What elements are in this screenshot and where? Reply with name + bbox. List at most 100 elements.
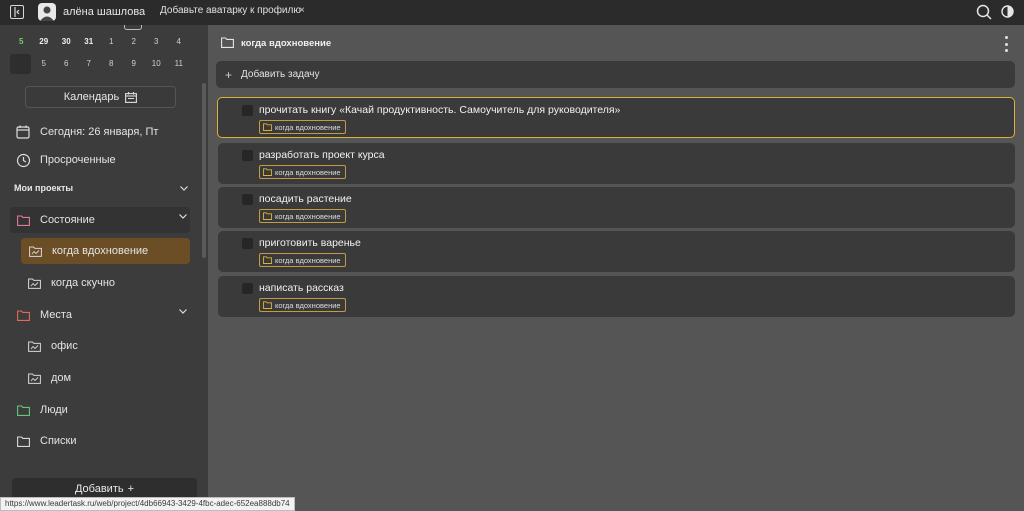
project-folder-icon: [26, 275, 42, 291]
search-icon[interactable]: [976, 4, 992, 20]
task-item[interactable]: написать рассказ когда вдохновение: [218, 276, 1015, 317]
task-tag-label: когда вдохновение: [275, 300, 341, 310]
sidebar-item-label: когда вдохновение: [52, 245, 149, 257]
calendar-icon: [125, 91, 138, 103]
task-title[interactable]: приготовить варенье: [259, 237, 361, 249]
task-title[interactable]: посадить растение: [259, 193, 352, 205]
plus-icon: +: [127, 483, 135, 495]
task-item[interactable]: разработать проект курса когда вдохновен…: [218, 143, 1015, 184]
calendar-day[interactable]: 30: [55, 37, 78, 46]
task-checkbox[interactable]: [242, 283, 253, 294]
calendar-week-row: 5 6 7 8 9 10 11: [10, 59, 190, 68]
calendar-day[interactable]: 9: [123, 59, 146, 68]
sidebar-scrollbar[interactable]: [202, 83, 206, 258]
calendar-day[interactable]: 2: [123, 37, 146, 46]
task-checkbox[interactable]: [242, 150, 253, 161]
task-tag-label: когда вдохновение: [275, 167, 341, 177]
folder-icon: [263, 301, 272, 309]
sidebar-item-office[interactable]: офис: [10, 333, 190, 359]
task-title[interactable]: прочитать книгу «Качай продуктивность. С…: [259, 104, 620, 116]
sidebar-item-label: Люди: [40, 404, 68, 416]
more-options-icon[interactable]: [1001, 36, 1011, 52]
calendar-day[interactable]: 5: [10, 37, 33, 46]
task-item[interactable]: посадить растение когда вдохновение: [218, 187, 1015, 228]
calendar-day[interactable]: 3: [145, 37, 168, 46]
project-folder-icon: [27, 243, 43, 259]
calendar-day[interactable]: 5: [33, 59, 56, 68]
sidebar-item-places[interactable]: Места: [10, 302, 190, 328]
chevron-down-icon[interactable]: [180, 186, 188, 191]
calendar-day[interactable]: 6: [55, 59, 78, 68]
task-tag-label: когда вдохновение: [275, 211, 341, 221]
task-project-tag[interactable]: когда вдохновение: [259, 120, 346, 134]
calendar-day[interactable]: 31: [78, 37, 101, 46]
folder-icon: [15, 433, 31, 449]
task-item[interactable]: приготовить варенье когда вдохновение: [218, 231, 1015, 272]
status-bar-url: https://www.leadertask.ru/web/project/4d…: [0, 497, 295, 511]
folder-icon: [263, 212, 272, 220]
sidebar-item-today[interactable]: Сегодня: 26 января, Пт: [10, 119, 190, 145]
calendar-day[interactable]: 4: [168, 37, 191, 46]
project-folder-icon: [26, 338, 42, 354]
folder-icon: [263, 123, 272, 131]
chevron-down-icon[interactable]: [179, 214, 187, 219]
sidebar-item-home[interactable]: дом: [10, 365, 190, 391]
sidebar-item-state[interactable]: Состояние: [10, 207, 190, 233]
task-item[interactable]: прочитать книгу «Качай продуктивность. С…: [217, 97, 1015, 138]
avatar[interactable]: [38, 3, 56, 21]
sidebar-item-label: Места: [40, 309, 72, 321]
sidebar-item-inspiration[interactable]: когда вдохновение: [21, 238, 190, 264]
sidebar-item-people[interactable]: Люди: [10, 397, 190, 423]
calendar-button[interactable]: Календарь: [25, 86, 176, 108]
task-title[interactable]: написать рассказ: [259, 282, 344, 294]
add-task-button[interactable]: + Добавить задачу: [216, 61, 1015, 88]
chevron-down-icon[interactable]: [179, 309, 187, 314]
collapse-sidebar-icon[interactable]: [10, 5, 24, 19]
task-title[interactable]: разработать проект курса: [259, 149, 385, 161]
task-tag-label: когда вдохновение: [275, 122, 341, 132]
calendar-day[interactable]: 29: [33, 37, 56, 46]
calendar-today-marker: [124, 25, 142, 30]
task-checkbox[interactable]: [242, 194, 253, 205]
theme-toggle-icon[interactable]: [1001, 5, 1014, 18]
sidebar-item-label: дом: [51, 372, 72, 384]
add-button-label: Добавить: [74, 483, 124, 495]
sidebar-item-lists[interactable]: Списки: [10, 428, 190, 454]
calendar-day[interactable]: 7: [78, 59, 101, 68]
sidebar-item-overdue[interactable]: Просроченные: [10, 147, 190, 173]
task-checkbox[interactable]: [242, 238, 253, 249]
calendar-day[interactable]: 10: [145, 59, 168, 68]
task-checkbox[interactable]: [242, 105, 253, 116]
folder-icon: [15, 402, 31, 418]
calendar-day[interactable]: [10, 59, 33, 68]
folder-icon: [15, 212, 31, 228]
folder-icon: [221, 37, 234, 48]
task-project-tag[interactable]: когда вдохновение: [259, 165, 346, 179]
clock-icon: [15, 152, 31, 168]
top-bar: алёна шашлова Добавьте аватарку к профил…: [0, 0, 1024, 25]
calendar-button-label: Календарь: [63, 91, 120, 103]
sidebar-item-label: когда скучно: [51, 277, 116, 289]
page-title: когда вдохновение: [241, 38, 332, 49]
task-tag-label: когда вдохновение: [275, 255, 341, 265]
calendar-day[interactable]: 8: [100, 59, 123, 68]
task-project-tag[interactable]: когда вдохновение: [259, 298, 346, 312]
close-icon[interactable]: ×: [299, 5, 305, 16]
sidebar: 5 29 30 31 1 2 3 4 5 6 7 8 9 10 11 Кален…: [0, 25, 208, 511]
folder-icon: [263, 256, 272, 264]
add-task-label: Добавить задачу: [241, 69, 320, 80]
task-project-tag[interactable]: когда вдохновение: [259, 209, 346, 223]
sidebar-item-label: Состояние: [40, 214, 95, 226]
calendar-day[interactable]: 1: [100, 37, 123, 46]
avatar-notice[interactable]: Добавьте аватарку к профилю: [160, 5, 301, 16]
calendar-day[interactable]: 11: [168, 59, 191, 68]
task-project-tag[interactable]: когда вдохновение: [259, 253, 346, 267]
username[interactable]: алёна шашлова: [63, 6, 145, 18]
sidebar-item-label: Сегодня: 26 января, Пт: [40, 126, 159, 138]
folder-icon: [263, 168, 272, 176]
sidebar-item-bored[interactable]: когда скучно: [10, 270, 190, 296]
sidebar-item-label: офис: [51, 340, 78, 352]
folder-icon: [15, 307, 31, 323]
plus-icon: +: [225, 67, 233, 82]
my-projects-heading[interactable]: Мои проекты: [14, 183, 73, 193]
